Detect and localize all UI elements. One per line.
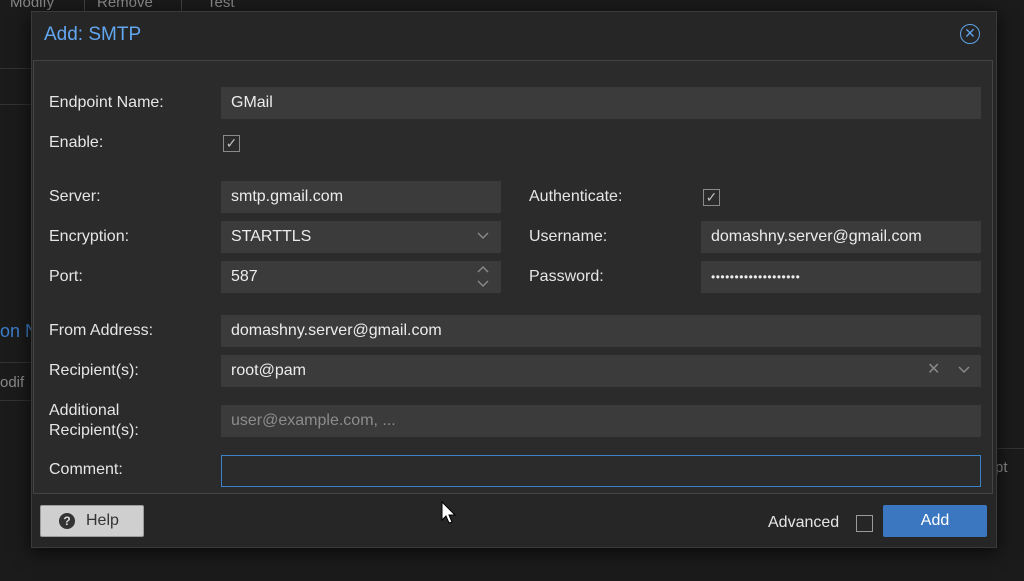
- bg-divider: [0, 104, 31, 105]
- endpoint-name-label: Endpoint Name:: [49, 94, 164, 111]
- password-label: Password:: [529, 268, 604, 285]
- endpoint-name-input[interactable]: GMail: [221, 87, 981, 119]
- spinner-icon[interactable]: [477, 264, 489, 290]
- dialog-footer: ? Help Advanced Add: [32, 494, 994, 547]
- server-label: Server:: [49, 188, 101, 205]
- bg-divider: [0, 68, 31, 69]
- encryption-value: STARTTLS: [231, 228, 312, 245]
- password-input[interactable]: •••••••••••••••••••: [701, 261, 981, 293]
- add-button[interactable]: Add: [883, 505, 987, 537]
- chevron-down-icon[interactable]: [477, 231, 489, 241]
- help-icon: ?: [59, 513, 75, 529]
- recipients-value: root@pam: [231, 362, 306, 379]
- from-address-input[interactable]: domashny.server@gmail.com: [221, 315, 981, 347]
- server-input[interactable]: smtp.gmail.com: [221, 181, 501, 213]
- advanced-checkbox[interactable]: [856, 515, 873, 532]
- username-input[interactable]: domashny.server@gmail.com: [701, 221, 981, 253]
- advanced-label: Advanced: [768, 514, 840, 531]
- recipients-combobox[interactable]: root@pam: [221, 355, 981, 387]
- recipients-label: Recipient(s):: [49, 362, 139, 379]
- bg-divider: [995, 448, 1024, 449]
- comment-label: Comment:: [49, 461, 123, 478]
- bg-test-button: Test: [207, 0, 235, 11]
- bg-button-fragment: odif: [0, 374, 25, 391]
- enable-label: Enable:: [49, 134, 104, 151]
- bg-divider: [0, 362, 31, 363]
- dialog-title: Add: SMTP: [44, 24, 142, 45]
- port-label: Port:: [49, 268, 83, 285]
- from-address-label: From Address:: [49, 322, 154, 339]
- clear-icon[interactable]: ✕: [927, 359, 940, 379]
- close-icon[interactable]: ✕: [960, 24, 980, 44]
- help-button[interactable]: ? Help: [40, 505, 144, 537]
- authenticate-checkbox[interactable]: ✓: [703, 189, 720, 206]
- help-label: Help: [86, 512, 119, 529]
- additional-recipients-label: Additional Recipient(s):: [49, 402, 139, 439]
- bg-remove-button: Remove: [97, 0, 153, 11]
- port-input[interactable]: 587: [221, 261, 501, 293]
- additional-recipients-input[interactable]: user@example.com, ...: [221, 405, 981, 437]
- authenticate-label: Authenticate:: [529, 188, 623, 205]
- encryption-label: Encryption:: [49, 228, 130, 245]
- bg-divider: [0, 400, 31, 401]
- encryption-select[interactable]: STARTTLS: [221, 221, 501, 253]
- add-smtp-dialog: Add: SMTP ✕ Endpoint Name: GMail Enable:…: [31, 11, 997, 548]
- mouse-cursor-icon: [441, 501, 457, 524]
- enable-checkbox[interactable]: ✓: [223, 135, 240, 152]
- dialog-form: Endpoint Name: GMail Enable: ✓ Server: s…: [33, 60, 993, 494]
- comment-input[interactable]: [221, 455, 981, 487]
- bg-modify-button: Modify: [10, 0, 55, 11]
- chevron-down-icon[interactable]: [958, 365, 970, 375]
- username-label: Username:: [529, 228, 608, 245]
